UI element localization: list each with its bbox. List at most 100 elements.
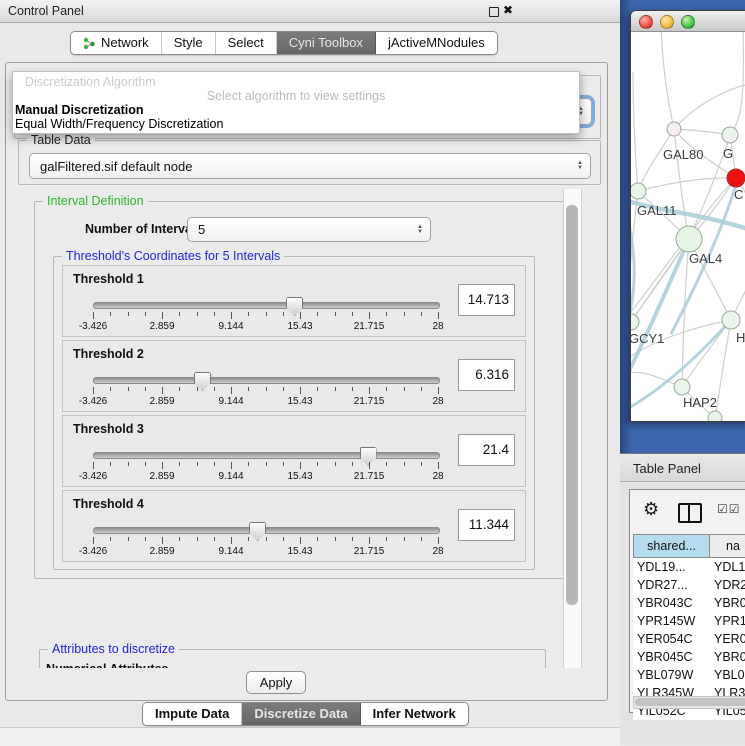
slider-ticks: [93, 537, 438, 545]
tab-impute-data[interactable]: Impute Data: [143, 703, 242, 725]
threshold-label: Threshold 3: [73, 422, 144, 436]
tab-select[interactable]: Select: [216, 32, 277, 54]
minimize-traffic-light[interactable]: [660, 15, 674, 29]
cell-shared-name[interactable]: YDL19...: [633, 558, 714, 576]
columns-icon[interactable]: [678, 503, 702, 523]
column-header-shared[interactable]: shared...: [633, 534, 710, 558]
slider-tick-labels: -3.4262.8599.14415.4321.71528: [93, 546, 438, 558]
slider-track[interactable]: [93, 527, 440, 534]
network-canvas[interactable]: GAL80GCGAL11GAL4GCY1HHAP2: [631, 32, 745, 421]
cell-name[interactable]: YBR04: [714, 648, 745, 666]
tab-network-label: Network: [101, 32, 149, 54]
network-window-titlebar[interactable]: [631, 11, 745, 32]
tab-infer-network[interactable]: Infer Network: [361, 703, 468, 725]
network-edge-highlighted[interactable]: [631, 225, 634, 317]
network-node-label: H: [736, 330, 745, 345]
settings-scrollbar[interactable]: [563, 189, 582, 668]
tab-discretize-data[interactable]: Discretize Data: [242, 703, 360, 725]
cell-shared-name[interactable]: YER054C: [633, 630, 714, 648]
cell-name[interactable]: YER05: [714, 630, 745, 648]
close-traffic-light[interactable]: [639, 15, 653, 29]
cell-shared-name[interactable]: YPR145W: [633, 612, 714, 630]
network-edge[interactable]: [674, 84, 745, 129]
table-row[interactable]: YDL19...YDL19: [633, 558, 745, 576]
network-node[interactable]: [708, 411, 722, 421]
network-node[interactable]: [667, 122, 681, 136]
slider-ticks: [93, 387, 438, 395]
tab-jactivemnodules[interactable]: jActiveMNodules: [376, 32, 497, 54]
network-icon: [83, 37, 96, 50]
table-row[interactable]: YER054CYER05: [633, 630, 745, 648]
network-node[interactable]: [722, 127, 738, 143]
network-edge[interactable]: [674, 129, 689, 239]
table-data-combobox[interactable]: galFiltered.sif default node ▲▼: [29, 153, 591, 179]
menu-item-manual-discretization[interactable]: Manual Discretization: [15, 103, 144, 117]
cell-name[interactable]: YDR27: [714, 576, 745, 594]
network-edge[interactable]: [638, 178, 736, 191]
table-panel-titlebar: Table Panel: [620, 453, 745, 482]
threshold-value-field[interactable]: 21.4: [458, 434, 515, 466]
network-edge[interactable]: [631, 239, 689, 322]
table-hscrollbar-thumb[interactable]: [635, 698, 745, 706]
table-row[interactable]: YDR27...YDR27: [633, 576, 745, 594]
cyni-toolbox-panel: ▲▼ Table Data galFiltered.sif default no…: [5, 62, 608, 701]
number-of-intervals-value: 5: [198, 222, 205, 237]
table-row[interactable]: YBR043CYBR04: [633, 594, 745, 612]
number-of-intervals-spinner[interactable]: 5 ▲▼: [187, 217, 431, 242]
settings-scrollbar-thumb[interactable]: [566, 205, 578, 605]
network-node[interactable]: [676, 226, 702, 252]
network-node-label: G: [723, 146, 733, 161]
network-edge[interactable]: [633, 72, 638, 191]
tab-network[interactable]: Network: [71, 32, 162, 54]
cell-shared-name[interactable]: YBL079W: [633, 666, 714, 684]
table-data-title: Table Data: [27, 133, 95, 147]
gear-icon[interactable]: ⚙: [643, 499, 659, 520]
table-row[interactable]: YBL079WYBL07: [633, 666, 745, 684]
interval-definition-title: Interval Definition: [43, 194, 148, 208]
network-desktop: GAL80GCGAL11GAL4GCY1HHAP2: [620, 0, 745, 453]
zoom-traffic-light[interactable]: [681, 15, 695, 29]
slider-tick-labels: -3.4262.8599.14415.4321.71528: [93, 396, 438, 408]
network-node[interactable]: [727, 169, 745, 187]
tab-style[interactable]: Style: [162, 32, 216, 54]
threshold-row: Threshold 2-3.4262.8599.14415.4321.71528…: [62, 340, 526, 412]
threshold-value-field[interactable]: 6.316: [458, 359, 515, 391]
slider-tick-labels: -3.4262.8599.14415.4321.71528: [93, 321, 438, 333]
slider-track[interactable]: [93, 452, 440, 459]
threshold-value-field[interactable]: 11.344: [458, 509, 515, 541]
apply-button[interactable]: Apply: [246, 671, 306, 694]
thresholds-group-title: Threshold's Coordinates for 5 Intervals: [62, 249, 284, 263]
table-row[interactable]: YPR145WYPR14: [633, 612, 745, 630]
table-row[interactable]: YBR045CYBR04: [633, 648, 745, 666]
cell-shared-name[interactable]: YBR045C: [633, 648, 714, 666]
slider-ticks: [93, 312, 438, 320]
network-node[interactable]: [631, 314, 639, 330]
column-header-name[interactable]: na: [710, 534, 745, 558]
threshold-value-field[interactable]: 14.713: [458, 284, 515, 316]
tab-cyni-toolbox[interactable]: Cyni Toolbox: [277, 32, 376, 54]
cell-name[interactable]: YPR14: [714, 612, 745, 630]
cell-shared-name[interactable]: YBR043C: [633, 594, 714, 612]
spinner-arrows-icon: ▲▼: [417, 225, 423, 235]
table-hscrollbar[interactable]: [633, 696, 745, 709]
select-columns-icon[interactable]: ☑☑: [717, 502, 741, 516]
top-tab-bar: Network Style Select Cyni Toolbox jActiv…: [70, 31, 498, 55]
control-panel-titlebar: Control Panel ✖: [0, 0, 620, 23]
network-edge[interactable]: [661, 32, 674, 129]
close-icon[interactable]: ✖: [503, 3, 513, 17]
float-window-icon[interactable]: [489, 7, 499, 17]
network-node[interactable]: [631, 183, 646, 199]
cell-name[interactable]: YBR04: [714, 594, 745, 612]
network-edge[interactable]: [730, 32, 743, 135]
cell-shared-name[interactable]: YDR27...: [633, 576, 714, 594]
attributes-group-title: Attributes to discretize: [48, 642, 179, 656]
network-node[interactable]: [722, 311, 740, 329]
table-data-group: Table Data galFiltered.sif default node …: [18, 140, 601, 185]
network-node[interactable]: [674, 379, 690, 395]
slider-track[interactable]: [93, 377, 440, 384]
slider-track[interactable]: [93, 302, 440, 309]
threshold-rows: Threshold 1-3.4262.8599.14415.4321.71528…: [54, 265, 534, 565]
menu-item-equal-width-frequency[interactable]: Equal Width/Frequency Discretization: [15, 117, 223, 131]
cell-name[interactable]: YBL07: [714, 666, 745, 684]
cell-name[interactable]: YDL19: [714, 558, 745, 576]
